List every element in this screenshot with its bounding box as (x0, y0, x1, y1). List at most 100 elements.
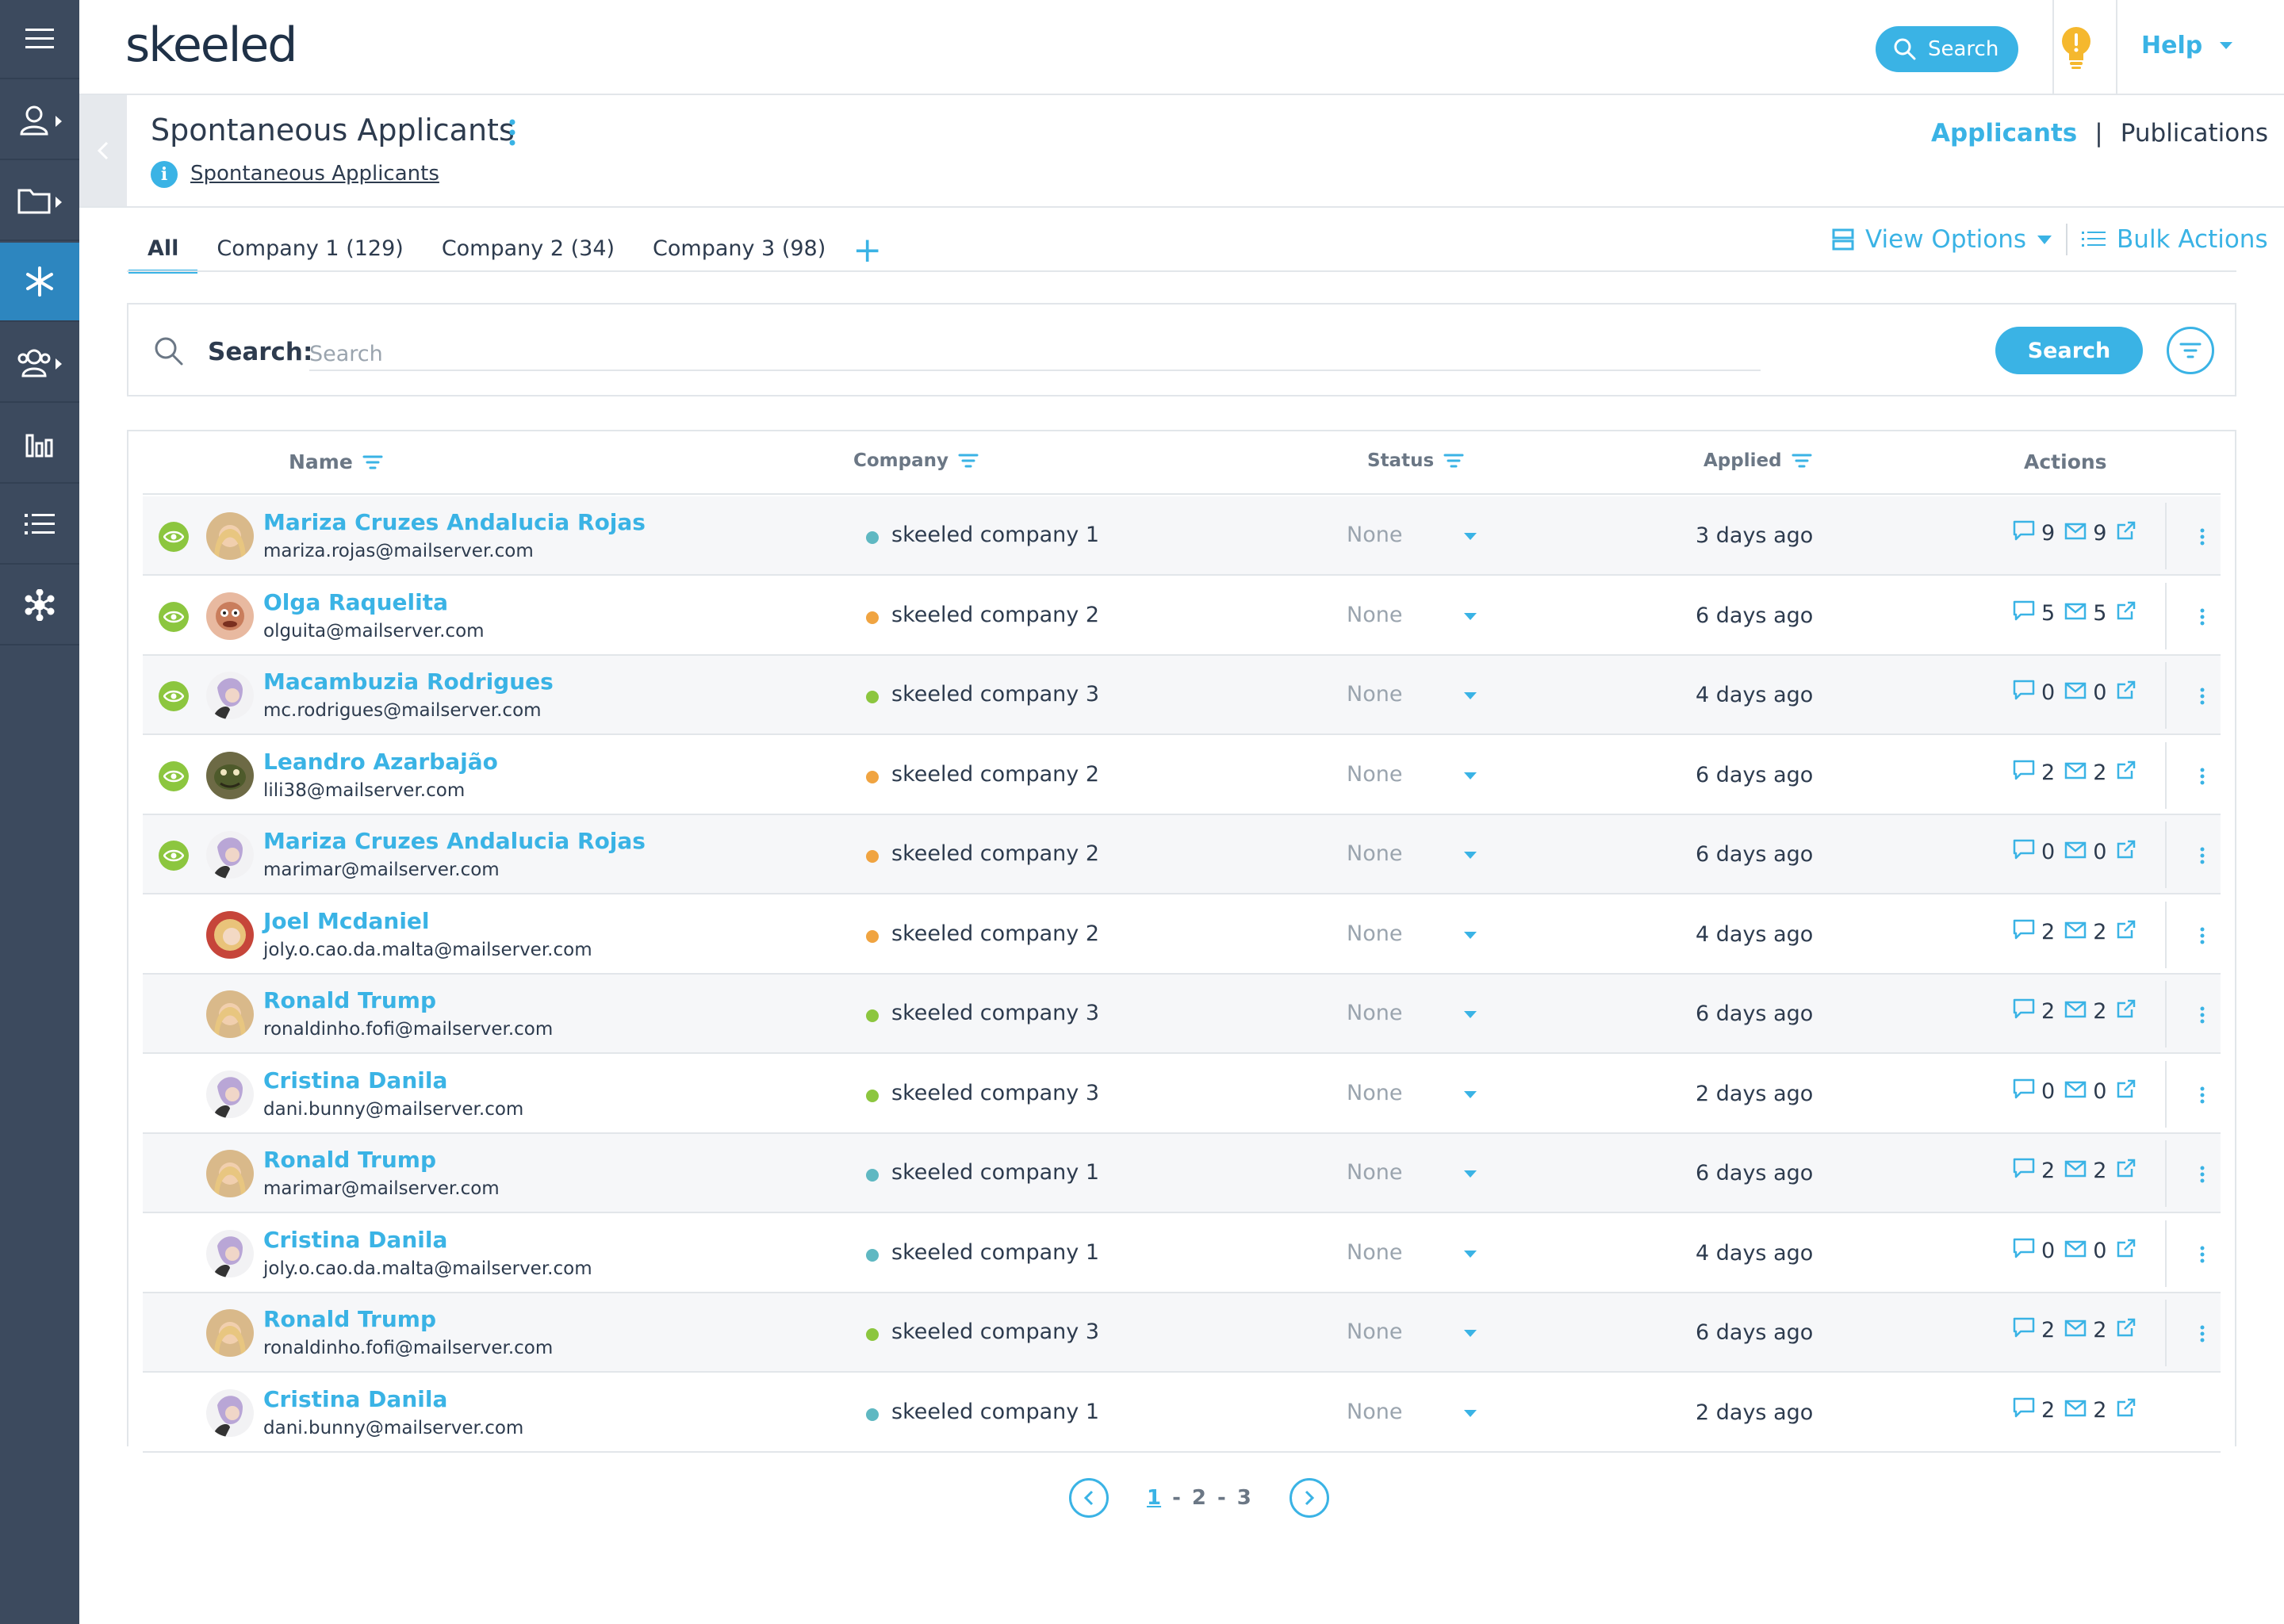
status-dropdown[interactable]: None (1347, 523, 1402, 547)
open-profile-button[interactable] (2116, 839, 2136, 865)
next-page-button[interactable] (1289, 1478, 1329, 1518)
caret-down-icon[interactable] (1464, 1170, 1477, 1178)
row-more-options-icon[interactable] (2200, 1086, 2205, 1107)
page-1[interactable]: 1 (1147, 1486, 1161, 1510)
row-more-options-icon[interactable] (2200, 927, 2205, 948)
table-row[interactable]: Cristina Danila joly.o.cao.da.malta@mails… (143, 1214, 2221, 1293)
open-profile-button[interactable] (2116, 1397, 2136, 1423)
sidebar-item-lists[interactable] (0, 485, 79, 565)
open-profile-button[interactable] (2116, 760, 2136, 786)
column-header-company[interactable]: Company (853, 450, 979, 471)
sidebar-item-teams[interactable] (0, 324, 79, 403)
caret-down-icon[interactable] (1464, 692, 1477, 699)
row-more-options-icon[interactable] (2200, 1246, 2205, 1266)
comments-button[interactable] (2013, 760, 2035, 786)
open-profile-button[interactable] (2116, 680, 2136, 706)
caret-down-icon[interactable] (1464, 1330, 1477, 1337)
table-row[interactable]: Joel Mcdaniel joly.o.cao.da.malta@mailser… (143, 895, 2221, 975)
status-dropdown[interactable]: None (1347, 1400, 1402, 1424)
help-menu[interactable]: Help (2141, 32, 2233, 59)
info-icon[interactable]: i (151, 161, 178, 188)
sidebar-item-spontaneous[interactable] (0, 243, 79, 322)
open-profile-button[interactable] (2116, 600, 2136, 626)
tab-company-3[interactable]: Company 3 (98) (634, 236, 845, 274)
applicant-name-link[interactable]: Ronald Trump (263, 1147, 436, 1173)
row-more-options-icon[interactable] (2200, 1325, 2205, 1346)
open-profile-button[interactable] (2116, 520, 2136, 546)
comments-button[interactable] (2013, 600, 2035, 626)
row-more-options-icon[interactable] (2200, 1006, 2205, 1027)
collapse-panel-button[interactable] (79, 95, 127, 206)
status-dropdown[interactable]: None (1347, 682, 1402, 707)
sidebar-item-candidates[interactable] (0, 81, 79, 160)
comments-button[interactable] (2013, 1238, 2035, 1264)
comments-button[interactable] (2013, 919, 2035, 945)
view-options-button[interactable]: View Options (1865, 225, 2026, 254)
tab-company-2[interactable]: Company 2 (34) (423, 236, 634, 274)
title-more-options-icon[interactable] (509, 119, 515, 149)
status-dropdown[interactable]: None (1347, 1160, 1402, 1185)
status-dropdown[interactable]: None (1347, 1001, 1402, 1025)
table-row[interactable]: Ronald Trump ronaldinho.fofi@mailserver.c… (143, 975, 2221, 1054)
sidebar-item-reports[interactable] (0, 404, 79, 484)
messages-button[interactable] (2064, 521, 2087, 546)
applicant-name-link[interactable]: Olga Raquelita (263, 589, 448, 615)
applicant-name-link[interactable]: Mariza Cruzes Andalucia Rojas (263, 509, 646, 535)
row-more-options-icon[interactable] (2200, 528, 2205, 549)
sidebar-menu-toggle[interactable] (0, 0, 79, 79)
row-more-options-icon[interactable] (2200, 688, 2205, 708)
comments-button[interactable] (2013, 839, 2035, 865)
row-more-options-icon[interactable] (2200, 1166, 2205, 1186)
applicant-name-link[interactable]: Ronald Trump (263, 987, 436, 1013)
applicant-name-link[interactable]: Cristina Danila (263, 1067, 447, 1094)
search-input[interactable] (309, 338, 1761, 371)
messages-button[interactable] (2064, 1079, 2087, 1104)
caret-down-icon[interactable] (1464, 1090, 1477, 1098)
messages-button[interactable] (2064, 840, 2087, 864)
messages-button[interactable] (2064, 760, 2087, 785)
page-3[interactable]: 3 (1237, 1486, 1251, 1510)
open-profile-button[interactable] (2116, 998, 2136, 1025)
applicant-name-link[interactable]: Cristina Danila (263, 1386, 447, 1412)
tab-company-1[interactable]: Company 1 (129) (197, 236, 422, 274)
lightbulb-icon[interactable] (2059, 25, 2094, 70)
applicant-name-link[interactable]: Mariza Cruzes Andalucia Rojas (263, 828, 646, 854)
status-dropdown[interactable]: None (1347, 603, 1402, 627)
messages-button[interactable] (2064, 601, 2087, 626)
status-dropdown[interactable]: None (1347, 841, 1402, 866)
status-dropdown[interactable]: None (1347, 762, 1402, 787)
status-dropdown[interactable]: None (1347, 1320, 1402, 1344)
column-header-applied[interactable]: Applied (1703, 450, 1812, 471)
table-row[interactable]: Macambuzia Rodrigues mc.rodrigues@mailser… (143, 656, 2221, 735)
row-more-options-icon[interactable] (2200, 608, 2205, 629)
comments-button[interactable] (2013, 1158, 2035, 1184)
table-row[interactable]: Ronald Trump ronaldinho.fofi@mailserver.c… (143, 1293, 2221, 1373)
breadcrumb-link[interactable]: Spontaneous Applicants (190, 162, 439, 186)
messages-button[interactable] (2064, 999, 2087, 1024)
caret-down-icon[interactable] (1464, 931, 1477, 939)
comments-button[interactable] (2013, 1078, 2035, 1105)
messages-button[interactable] (2064, 920, 2087, 944)
applicant-name-link[interactable]: Leandro Azarbajão (263, 749, 498, 775)
messages-button[interactable] (2064, 680, 2087, 705)
caret-down-icon[interactable] (1464, 612, 1477, 620)
table-row[interactable]: Olga Raquelita olguita@mailserver.com skee… (143, 576, 2221, 656)
caret-down-icon[interactable] (1464, 1409, 1477, 1417)
comments-button[interactable] (2013, 1317, 2035, 1343)
column-header-status[interactable]: Status (1367, 450, 1464, 471)
table-row[interactable]: Ronald Trump marimar@mailserver.com skeele… (143, 1134, 2221, 1213)
open-profile-button[interactable] (2116, 1158, 2136, 1184)
messages-button[interactable] (2064, 1318, 2087, 1342)
comments-button[interactable] (2013, 520, 2035, 546)
bulk-actions-button[interactable]: Bulk Actions (2117, 225, 2268, 254)
status-dropdown[interactable]: None (1347, 921, 1402, 946)
prev-page-button[interactable] (1069, 1478, 1109, 1518)
search-button[interactable]: Search (1995, 327, 2143, 374)
sidebar-item-integrations[interactable] (0, 566, 79, 645)
table-row[interactable]: Cristina Danila dani.bunny@mailserver.com… (143, 1055, 2221, 1134)
filter-button[interactable] (2167, 327, 2214, 374)
status-dropdown[interactable]: None (1347, 1081, 1402, 1105)
nav-applicants[interactable]: Applicants (1931, 119, 2077, 147)
messages-button[interactable] (2064, 1398, 2087, 1423)
open-profile-button[interactable] (2116, 1317, 2136, 1343)
